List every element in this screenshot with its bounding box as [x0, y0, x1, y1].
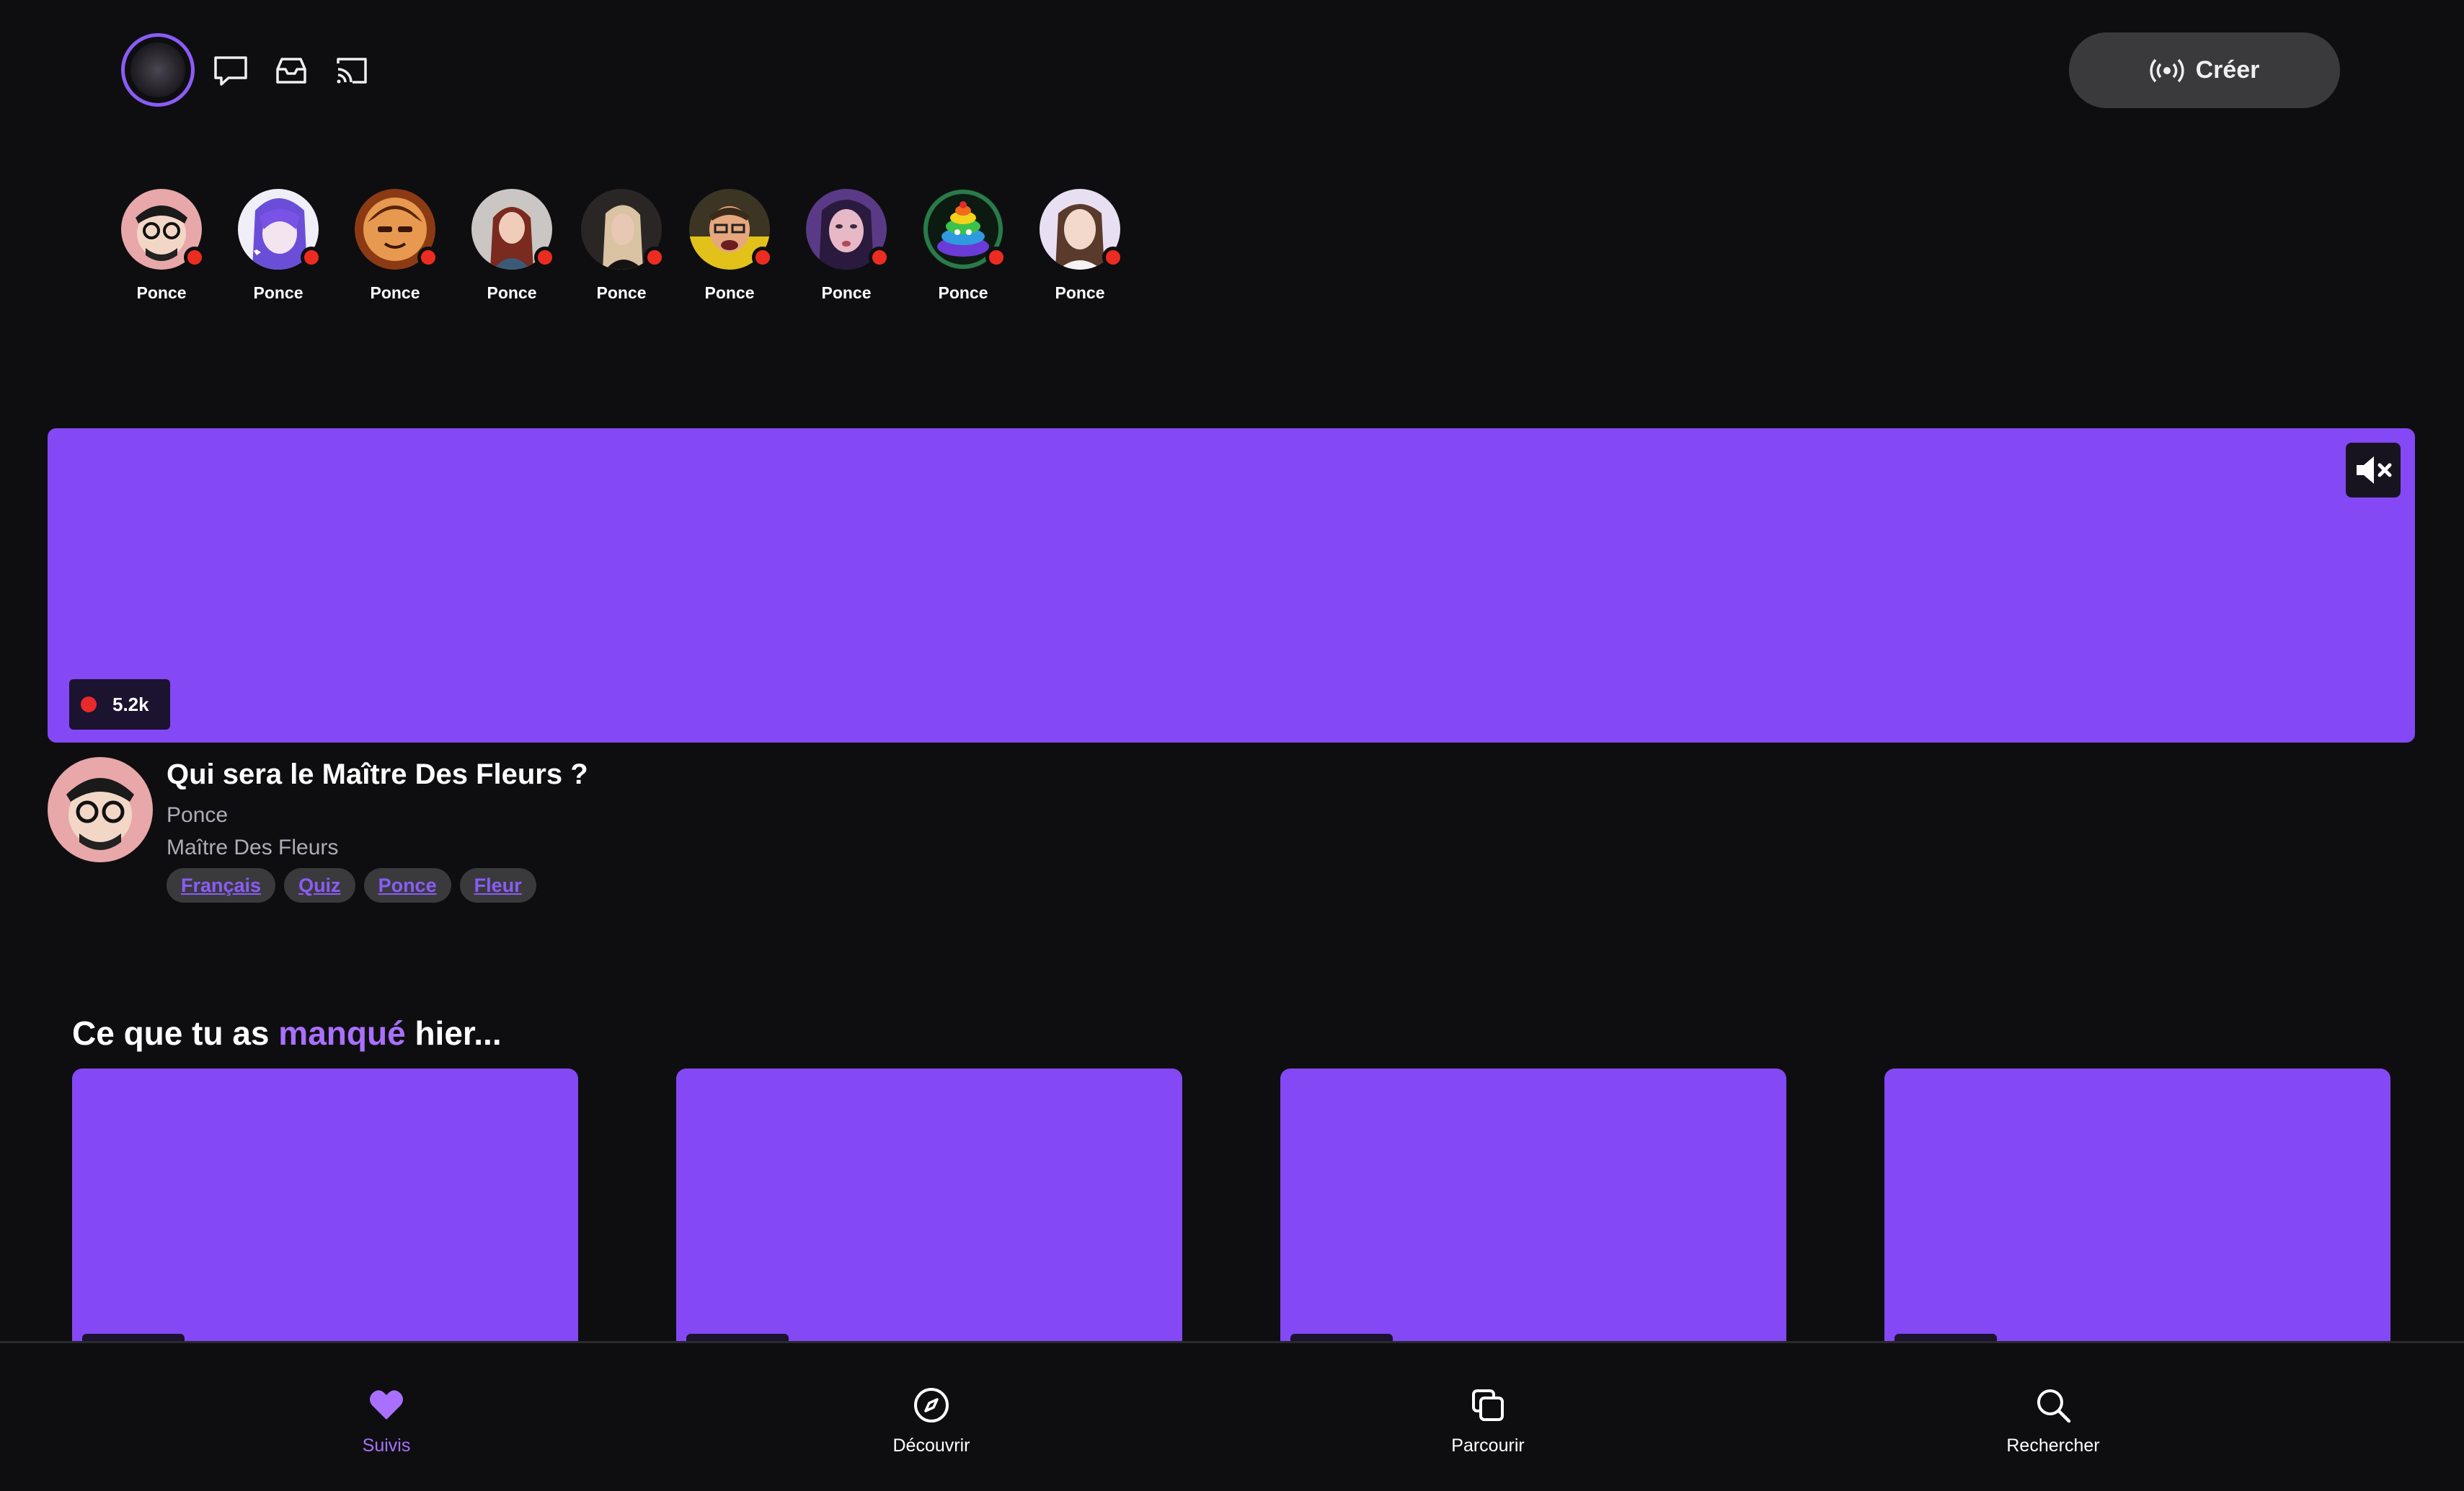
top-bar: Créer: [0, 0, 2464, 141]
stream-category[interactable]: Maître Des Fleurs: [167, 836, 338, 860]
video-card-2[interactable]: [676, 1069, 1182, 1342]
live-channel-3[interactable]: Ponce: [355, 189, 441, 311]
live-indicator: [417, 247, 439, 268]
section-title: Ce que tu as manqué hier...: [72, 1014, 502, 1053]
live-channel-8[interactable]: Ponce: [923, 189, 1009, 311]
live-channel-9[interactable]: Ponce: [1040, 189, 1126, 311]
video-card-4[interactable]: [1884, 1069, 2390, 1342]
live-channel-5[interactable]: Ponce: [581, 189, 668, 311]
section-title-end: hier...: [405, 1014, 502, 1052]
live-channel-7[interactable]: Ponce: [806, 189, 892, 311]
mute-button[interactable]: [2346, 443, 2401, 497]
live-indicator: [534, 247, 556, 268]
streamer-avatar[interactable]: [48, 757, 153, 862]
chat-icon[interactable]: [212, 55, 249, 87]
nav-browse[interactable]: Parcourir: [1380, 1385, 1596, 1472]
create-button[interactable]: Créer: [2069, 32, 2340, 108]
live-channel-6[interactable]: Ponce: [689, 189, 776, 311]
tag-fleur[interactable]: Fleur: [459, 868, 536, 903]
muted-speaker-icon: [2357, 456, 2392, 484]
streamer-name[interactable]: Ponce: [167, 803, 228, 828]
nav-following[interactable]: Suivis: [278, 1385, 495, 1472]
bottom-navigation: Suivis Découvrir Parcourir Rechercher: [0, 1341, 2464, 1491]
browse-icon: [1472, 1389, 1504, 1421]
video-card-1[interactable]: [72, 1069, 578, 1342]
profile-avatar-button[interactable]: [121, 33, 195, 107]
live-indicator: [1102, 247, 1124, 268]
live-indicator: [301, 247, 322, 268]
tag-francais[interactable]: Français: [167, 868, 276, 903]
live-indicator: [869, 247, 890, 268]
nav-label: Parcourir: [1451, 1435, 1525, 1456]
create-button-label: Créer: [2195, 56, 2260, 84]
live-dot: [81, 696, 97, 712]
live-channel-4[interactable]: Ponce: [471, 189, 558, 311]
tag-ponce[interactable]: Ponce: [363, 868, 451, 903]
stream-title[interactable]: Qui sera le Maître Des Fleurs ?: [167, 758, 588, 791]
stream-tags: Français Quiz Ponce Fleur: [167, 868, 536, 903]
channel-name: Ponce: [370, 283, 420, 302]
profile-avatar: [130, 43, 185, 97]
compass-icon: [914, 1388, 949, 1423]
channel-name: Ponce: [253, 283, 303, 302]
live-indicator: [184, 247, 205, 268]
channel-name: Ponce: [821, 283, 872, 302]
cast-icon[interactable]: [333, 55, 371, 87]
nav-label: Découvrir: [892, 1435, 970, 1456]
nav-discover[interactable]: Découvrir: [823, 1385, 1040, 1472]
inbox-icon[interactable]: [272, 55, 310, 87]
search-icon: [2037, 1389, 2071, 1423]
channel-name: Ponce: [487, 283, 537, 302]
live-indicator: [644, 247, 665, 268]
viewer-count-badge: 5.2k: [69, 679, 170, 730]
heart-icon: [370, 1390, 403, 1420]
live-channel-2[interactable]: Ponce: [238, 189, 324, 311]
section-title-start: Ce que tu as: [72, 1014, 279, 1052]
nav-label: Rechercher: [2006, 1435, 2100, 1456]
broadcast-icon: [2149, 58, 2184, 82]
channel-name: Ponce: [596, 283, 647, 302]
live-indicator: [985, 247, 1007, 268]
live-indicator: [752, 247, 774, 268]
live-channel-1[interactable]: Ponce: [121, 189, 208, 311]
channel-name: Ponce: [704, 283, 755, 302]
nav-label: Suivis: [362, 1435, 411, 1456]
tag-quiz[interactable]: Quiz: [284, 868, 355, 903]
nav-search[interactable]: Rechercher: [1945, 1385, 2161, 1472]
video-card-3[interactable]: [1280, 1069, 1786, 1342]
featured-stream-player[interactable]: 5.2k: [48, 428, 2415, 743]
channel-name: Ponce: [938, 283, 988, 302]
channel-name: Ponce: [136, 283, 187, 302]
section-title-accent: manqué: [278, 1014, 406, 1052]
channel-name: Ponce: [1055, 283, 1105, 302]
viewer-count: 5.2k: [112, 693, 149, 715]
